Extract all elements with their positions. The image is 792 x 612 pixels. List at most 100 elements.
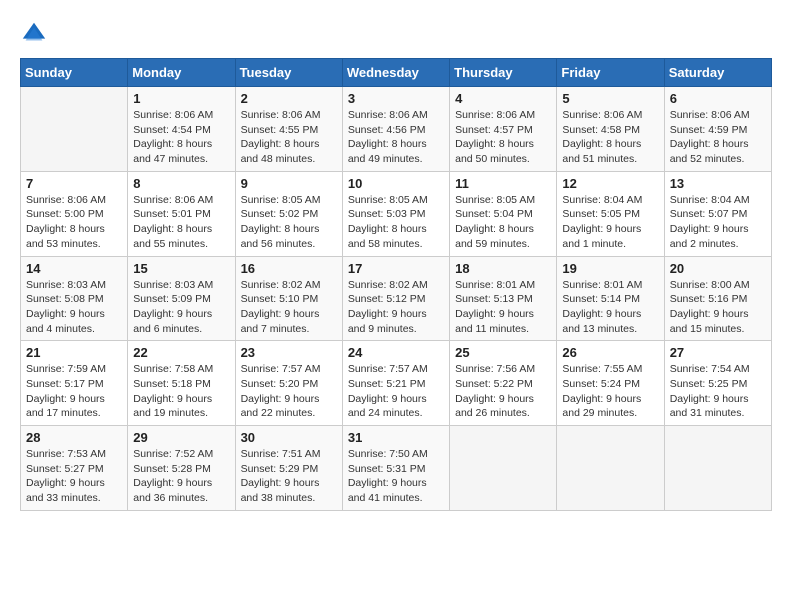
calendar-body: 1Sunrise: 8:06 AM Sunset: 4:54 PM Daylig…: [21, 87, 772, 511]
day-number: 28: [26, 430, 122, 445]
day-number: 21: [26, 345, 122, 360]
day-info: Sunrise: 8:05 AM Sunset: 5:03 PM Dayligh…: [348, 193, 444, 252]
calendar-cell: 26 Sunrise: 7:55 AM Sunset: 5:24 PM Dayli…: [557, 341, 664, 426]
calendar-cell: 9 Sunrise: 8:05 AM Sunset: 5:02 PM Daylig…: [235, 171, 342, 256]
calendar-cell: 28 Sunrise: 7:53 AM Sunset: 5:27 PM Dayli…: [21, 426, 128, 511]
day-number: 30: [241, 430, 337, 445]
day-info: Sunrise: 8:06 AM Sunset: 5:01 PM Dayligh…: [133, 193, 229, 252]
day-number: 13: [670, 176, 766, 191]
day-number: 12: [562, 176, 658, 191]
calendar-cell: 8 Sunrise: 8:06 AM Sunset: 5:01 PM Daylig…: [128, 171, 235, 256]
day-number: 26: [562, 345, 658, 360]
day-number: 20: [670, 261, 766, 276]
calendar-cell: 27 Sunrise: 7:54 AM Sunset: 5:25 PM Dayli…: [664, 341, 771, 426]
header-day-wednesday: Wednesday: [342, 59, 449, 87]
day-info: Sunrise: 7:57 AM Sunset: 5:20 PM Dayligh…: [241, 362, 337, 421]
calendar-week-3: 14 Sunrise: 8:03 AM Sunset: 5:08 PM Dayli…: [21, 256, 772, 341]
calendar-cell: 25 Sunrise: 7:56 AM Sunset: 5:22 PM Dayli…: [450, 341, 557, 426]
calendar-week-2: 7 Sunrise: 8:06 AM Sunset: 5:00 PM Daylig…: [21, 171, 772, 256]
calendar-cell: 30 Sunrise: 7:51 AM Sunset: 5:29 PM Dayli…: [235, 426, 342, 511]
day-number: 3: [348, 91, 444, 106]
calendar-cell: 29 Sunrise: 7:52 AM Sunset: 5:28 PM Dayli…: [128, 426, 235, 511]
calendar-cell: 4Sunrise: 8:06 AM Sunset: 4:57 PM Daylig…: [450, 87, 557, 172]
day-number: 19: [562, 261, 658, 276]
day-info: Sunrise: 8:06 AM Sunset: 4:56 PM Dayligh…: [348, 108, 444, 167]
day-number: 6: [670, 91, 766, 106]
day-number: 8: [133, 176, 229, 191]
day-info: Sunrise: 7:51 AM Sunset: 5:29 PM Dayligh…: [241, 447, 337, 506]
calendar-cell: 6 Sunrise: 8:06 AM Sunset: 4:59 PM Daylig…: [664, 87, 771, 172]
day-number: 25: [455, 345, 551, 360]
header-day-saturday: Saturday: [664, 59, 771, 87]
day-info: Sunrise: 8:03 AM Sunset: 5:09 PM Dayligh…: [133, 278, 229, 337]
day-number: 2: [241, 91, 337, 106]
day-number: 11: [455, 176, 551, 191]
calendar-cell: 24Sunrise: 7:57 AM Sunset: 5:21 PM Dayli…: [342, 341, 449, 426]
calendar-cell: 3 Sunrise: 8:06 AM Sunset: 4:56 PM Daylig…: [342, 87, 449, 172]
day-number: 4: [455, 91, 551, 106]
day-info: Sunrise: 8:03 AM Sunset: 5:08 PM Dayligh…: [26, 278, 122, 337]
day-info: Sunrise: 8:00 AM Sunset: 5:16 PM Dayligh…: [670, 278, 766, 337]
calendar-week-5: 28 Sunrise: 7:53 AM Sunset: 5:27 PM Dayli…: [21, 426, 772, 511]
day-number: 23: [241, 345, 337, 360]
day-number: 15: [133, 261, 229, 276]
calendar-week-4: 21Sunrise: 7:59 AM Sunset: 5:17 PM Dayli…: [21, 341, 772, 426]
calendar-cell: 22Sunrise: 7:58 AM Sunset: 5:18 PM Dayli…: [128, 341, 235, 426]
day-info: Sunrise: 7:57 AM Sunset: 5:21 PM Dayligh…: [348, 362, 444, 421]
calendar-cell: 1Sunrise: 8:06 AM Sunset: 4:54 PM Daylig…: [128, 87, 235, 172]
calendar-cell: 23 Sunrise: 7:57 AM Sunset: 5:20 PM Dayli…: [235, 341, 342, 426]
day-info: Sunrise: 8:05 AM Sunset: 5:02 PM Dayligh…: [241, 193, 337, 252]
calendar-cell: [21, 87, 128, 172]
calendar-cell: 31Sunrise: 7:50 AM Sunset: 5:31 PM Dayli…: [342, 426, 449, 511]
calendar-week-1: 1Sunrise: 8:06 AM Sunset: 4:54 PM Daylig…: [21, 87, 772, 172]
day-number: 1: [133, 91, 229, 106]
header-day-tuesday: Tuesday: [235, 59, 342, 87]
day-number: 7: [26, 176, 122, 191]
logo-icon: [20, 20, 48, 48]
day-number: 18: [455, 261, 551, 276]
day-info: Sunrise: 7:53 AM Sunset: 5:27 PM Dayligh…: [26, 447, 122, 506]
calendar-cell: 10 Sunrise: 8:05 AM Sunset: 5:03 PM Dayli…: [342, 171, 449, 256]
day-number: 10: [348, 176, 444, 191]
calendar-cell: 16Sunrise: 8:02 AM Sunset: 5:10 PM Dayli…: [235, 256, 342, 341]
day-info: Sunrise: 7:52 AM Sunset: 5:28 PM Dayligh…: [133, 447, 229, 506]
calendar-cell: 17 Sunrise: 8:02 AM Sunset: 5:12 PM Dayli…: [342, 256, 449, 341]
day-info: Sunrise: 8:06 AM Sunset: 4:59 PM Dayligh…: [670, 108, 766, 167]
calendar-cell: [664, 426, 771, 511]
calendar-cell: 14 Sunrise: 8:03 AM Sunset: 5:08 PM Dayli…: [21, 256, 128, 341]
logo: [20, 20, 52, 48]
calendar-cell: 5Sunrise: 8:06 AM Sunset: 4:58 PM Daylig…: [557, 87, 664, 172]
day-number: 17: [348, 261, 444, 276]
header-day-monday: Monday: [128, 59, 235, 87]
calendar-cell: 19 Sunrise: 8:01 AM Sunset: 5:14 PM Dayli…: [557, 256, 664, 341]
calendar-cell: 13 Sunrise: 8:04 AM Sunset: 5:07 PM Dayli…: [664, 171, 771, 256]
calendar-cell: 15 Sunrise: 8:03 AM Sunset: 5:09 PM Dayli…: [128, 256, 235, 341]
calendar-cell: 21Sunrise: 7:59 AM Sunset: 5:17 PM Dayli…: [21, 341, 128, 426]
page-header: [20, 20, 772, 48]
header-day-thursday: Thursday: [450, 59, 557, 87]
header-day-friday: Friday: [557, 59, 664, 87]
day-number: 9: [241, 176, 337, 191]
day-info: Sunrise: 8:01 AM Sunset: 5:14 PM Dayligh…: [562, 278, 658, 337]
day-info: Sunrise: 7:58 AM Sunset: 5:18 PM Dayligh…: [133, 362, 229, 421]
day-info: Sunrise: 8:02 AM Sunset: 5:10 PM Dayligh…: [241, 278, 337, 337]
day-info: Sunrise: 8:02 AM Sunset: 5:12 PM Dayligh…: [348, 278, 444, 337]
header-day-sunday: Sunday: [21, 59, 128, 87]
day-number: 27: [670, 345, 766, 360]
calendar-header-row: SundayMondayTuesdayWednesdayThursdayFrid…: [21, 59, 772, 87]
calendar-cell: 11Sunrise: 8:05 AM Sunset: 5:04 PM Dayli…: [450, 171, 557, 256]
day-info: Sunrise: 8:06 AM Sunset: 4:58 PM Dayligh…: [562, 108, 658, 167]
calendar-cell: [450, 426, 557, 511]
day-info: Sunrise: 7:54 AM Sunset: 5:25 PM Dayligh…: [670, 362, 766, 421]
calendar-cell: [557, 426, 664, 511]
calendar-cell: 7 Sunrise: 8:06 AM Sunset: 5:00 PM Daylig…: [21, 171, 128, 256]
day-info: Sunrise: 8:04 AM Sunset: 5:07 PM Dayligh…: [670, 193, 766, 252]
day-info: Sunrise: 8:04 AM Sunset: 5:05 PM Dayligh…: [562, 193, 658, 252]
calendar-table: SundayMondayTuesdayWednesdayThursdayFrid…: [20, 58, 772, 511]
day-info: Sunrise: 8:06 AM Sunset: 5:00 PM Dayligh…: [26, 193, 122, 252]
day-info: Sunrise: 8:01 AM Sunset: 5:13 PM Dayligh…: [455, 278, 551, 337]
day-number: 29: [133, 430, 229, 445]
day-number: 14: [26, 261, 122, 276]
day-info: Sunrise: 7:56 AM Sunset: 5:22 PM Dayligh…: [455, 362, 551, 421]
day-info: Sunrise: 7:55 AM Sunset: 5:24 PM Dayligh…: [562, 362, 658, 421]
